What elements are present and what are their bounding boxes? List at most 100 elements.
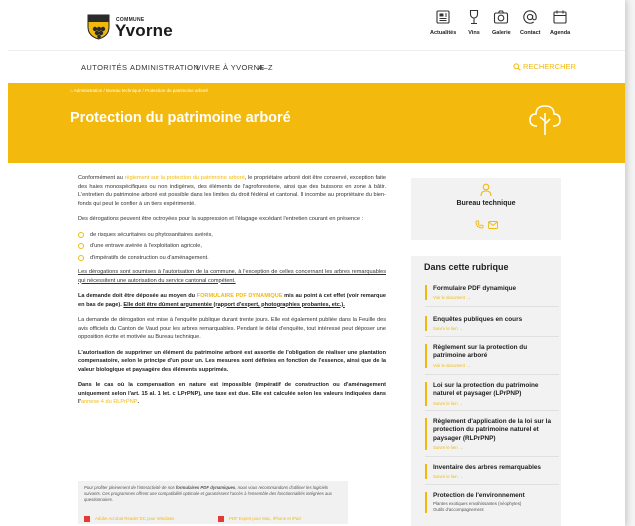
text: La demande doit être déposée au moyen du [78,293,197,299]
divider [425,456,559,457]
page: COMMUNE Yvorne Actualités Vins Galerie C… [0,0,625,526]
list-item-text: d'une entrave avérée à l'exploitation ag… [90,243,202,249]
article-paragraph: L'autorisation de supprimer un élément d… [78,349,386,375]
list-item-text: d'impératifs de construction ou d'aménag… [90,254,209,261]
top-header: COMMUNE Yvorne Actualités Vins Galerie C… [8,0,625,50]
rubrique-item-title: Formulaire PDF dynamique [433,285,517,292]
mail-icon[interactable] [488,221,498,229]
pdf-icon [84,516,90,523]
rubrique-item-reglement[interactable]: Règlement sur la protection du patrimoin… [425,344,561,368]
software-info-box: Pour profiter pleinement de l'interactiv… [78,481,348,524]
right-gutter [625,0,635,526]
wine-glass-icon [469,9,479,25]
quick-link-contact[interactable]: Contact [520,9,540,36]
quick-link-label: Agenda [550,30,571,36]
hero-banner: ⌂ Administration / Bureau technique / Pr… [8,83,625,163]
newspaper-icon [436,10,450,24]
text: formulaires PDF dynamiques [175,485,236,490]
rubrique-item-link[interactable]: Suivre le lien → [433,401,561,406]
phone-icon[interactable] [475,220,484,229]
rubrique-item-environnement[interactable]: Protection de l'environnement Plantes ex… [425,492,561,513]
rubrique-item-inventaire[interactable]: Inventaire des arbres remarquables Suivr… [425,464,561,480]
reglement-link[interactable]: règlement sur la protection du patrimoin… [125,175,245,181]
rubrique-sidebar: Dans cette rubrique Formulaire PDF dynam… [411,256,561,526]
yvorne-crest-icon[interactable] [87,14,110,40]
formulaire-link[interactable]: FORMULAIRE PDF DYNAMIQUE [197,293,283,299]
rubrique-title: Dans cette rubrique [424,262,509,272]
quick-link-label: Galerie [492,30,511,36]
contact-card: Bureau technique [411,178,561,240]
adobe-reader-link[interactable]: Adobe Acrobat Reader DC pour Windows [84,516,175,523]
person-icon [480,183,492,197]
tree-icon [529,105,561,135]
list-item: d'une entrave avérée à l'exploitation ag… [78,242,386,251]
article-content: Conformément au règlement sur la protect… [78,174,386,414]
contact-name: Bureau technique [456,200,516,207]
text: Elle doit être dûment argumentée (rappor… [123,301,345,308]
link-label: Adobe Acrobat Reader DC pour Windows [95,516,175,521]
text: Conformément au [78,175,125,181]
rubrique-item-title: Inventaire des arbres remarquables [433,464,541,471]
search-icon [513,62,521,71]
rubrique-item-link[interactable]: Suivre le lien → [433,474,561,479]
divider [425,374,559,375]
breadcrumb-text[interactable]: Administration / Bureau technique / Prot… [74,88,208,93]
rubrique-item-title: Protection de l'environnement [433,492,525,499]
rubrique-item-desc: Plantes exotiques envahissantes (néophyt… [433,501,522,513]
list-item: de risques sécuritaires ou phytosanitair… [78,231,386,240]
rubrique-item-formulaire[interactable]: Formulaire PDF dynamique Voir le documen… [425,285,561,301]
nav-item-a-z[interactable]: A–Z [258,63,273,72]
rubrique-item-lprpnp[interactable]: Loi sur la protection du patrimoine natu… [425,382,561,406]
pdf-icon [218,516,224,523]
quick-link-label: Vins [468,30,480,36]
quick-link-vins[interactable]: Vins [466,9,482,36]
list-item-text: de risques sécuritaires ou phytosanitair… [90,231,213,238]
rubrique-item-link[interactable]: Voir le document → [433,295,561,300]
search-label: RECHERCHER [523,62,576,71]
list-item: d'impératifs de construction ou d'aménag… [78,254,386,263]
nav-item-administration[interactable]: ADMINISTRATION [130,63,199,72]
text: . [137,399,140,405]
rubrique-item-title: Règlement d'application de la loi sur la… [433,418,551,442]
rubrique-item-link[interactable]: Suivre le lien → [433,326,561,331]
annexe-link[interactable]: annexe 4 du RLPrPNP [81,399,138,405]
rubrique-item-enquetes[interactable]: Enquêtes publiques en cours Suivre le li… [425,316,561,332]
article-paragraph: Des dérogations peuvent être octroyées p… [78,216,364,222]
quick-link-actualites[interactable]: Actualités [430,9,456,36]
nav-item-autorites[interactable]: AUTORITÉS [81,63,127,72]
quick-link-agenda[interactable]: Agenda [550,9,570,36]
divider [425,410,559,411]
nav-item-vivre-a-yvorne[interactable]: VIVRE À YVORNE [196,63,265,72]
at-icon [523,10,537,24]
quick-link-label: Contact [520,30,541,36]
camera-icon [494,10,509,24]
article-paragraph: Dans le cas où la compensation en nature… [78,381,386,407]
article-paragraph: La demande de dérogation est mise à l'en… [78,317,386,340]
rubrique-item-rlprpnp[interactable]: Règlement d'application de la loi sur la… [425,418,561,450]
breadcrumb: ⌂ Administration / Bureau technique / Pr… [70,88,208,93]
quick-link-label: Actualités [430,30,457,36]
article-paragraph: Les dérogations sont soumises à l'autori… [78,269,386,284]
article-paragraph: La demande doit être déposée au moyen du… [78,292,386,309]
pdf-expert-link[interactable]: PDF Expert pour Mac, iPhone et iPad [218,516,301,523]
rubrique-item-link[interactable]: Voir le document → [433,363,561,368]
article-paragraph: Conformément au règlement sur la protect… [78,174,386,208]
text: Pour profiter pleinement de l'interactiv… [84,485,176,490]
calendar-icon [553,10,567,24]
link-label: PDF Expert pour Mac, iPhone et iPad [229,516,301,521]
page-title: Protection du patrimoine arboré [70,110,291,126]
bullet-circle-icon [78,243,84,250]
brand-name[interactable]: Yvorne [115,21,173,41]
main-nav: AUTORITÉS ADMINISTRATION VIVRE À YVORNE … [8,50,625,84]
text: L'autorisation de supprimer un élément d… [78,349,386,373]
search-button[interactable]: RECHERCHER [513,62,576,71]
rubrique-item-title: Règlement sur la protection du patrimoin… [433,344,528,360]
divider [425,484,559,485]
rubrique-item-title: Loi sur la protection du patrimoine natu… [433,382,539,398]
rubrique-item-link[interactable]: Suivre le lien → [433,445,561,450]
rubrique-item-title: Enquêtes publiques en cours [433,316,523,323]
quick-link-galerie[interactable]: Galerie [492,9,511,36]
divider [425,306,559,307]
divider [425,336,559,337]
bullet-circle-icon [78,254,84,261]
